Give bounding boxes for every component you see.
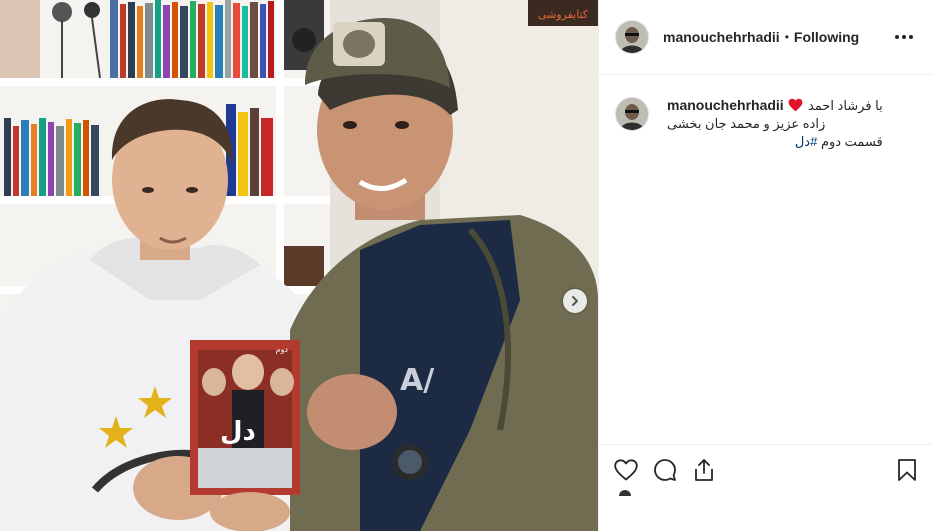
photo-scene: کتابفروشی A/ دل دوم: [0, 0, 598, 531]
avatar[interactable]: [615, 20, 649, 54]
more-dot: [895, 35, 899, 39]
hashtag-link[interactable]: #دل: [795, 134, 817, 149]
post-actions-bar: [599, 444, 933, 494]
liker-avatar[interactable]: [619, 490, 631, 496]
shirt-print: A/: [400, 363, 434, 398]
post-caption: manouchehrhadii با فرشاد احمد زاده عزیز …: [615, 96, 915, 151]
more-dot: [909, 35, 913, 39]
heart-icon: [614, 458, 638, 480]
comment-icon: [654, 458, 676, 481]
avatar-image: [616, 21, 648, 53]
save-button[interactable]: [894, 457, 920, 483]
book-top-label: دوم: [276, 345, 289, 354]
caption-text: manouchehrhadii با فرشاد احمد زاده عزیز …: [667, 96, 883, 151]
header-separator: •: [784, 30, 789, 44]
post-side-panel: manouchehrhadii • Following manouchehrha…: [598, 0, 933, 531]
book-title: دل: [220, 417, 256, 447]
bookmark-icon: [898, 458, 916, 481]
avatar[interactable]: [615, 97, 649, 131]
avatar-image: [616, 98, 648, 130]
header-username[interactable]: manouchehrhadii: [663, 29, 780, 45]
caption-username[interactable]: manouchehrhadii: [667, 97, 784, 113]
chevron-right-icon: [572, 296, 578, 306]
post-header: manouchehrhadii • Following: [599, 0, 933, 75]
more-options-icon[interactable]: [891, 31, 917, 43]
more-dot: [902, 35, 906, 39]
caption-line-1: با فرشاد احمد: [807, 98, 883, 113]
carousel-next-button[interactable]: [563, 289, 587, 313]
follow-status-button[interactable]: Following: [794, 29, 859, 45]
red-heart-emoji-icon: [788, 98, 803, 112]
store-sign: کتابفروشی: [538, 8, 589, 21]
share-icon: [695, 458, 713, 481]
share-button[interactable]: [691, 457, 717, 483]
caption-line-3: قسمت دوم: [820, 134, 883, 149]
post-photo[interactable]: کتابفروشی A/ دل دوم: [0, 0, 598, 531]
like-button[interactable]: [613, 457, 639, 483]
comment-button[interactable]: [652, 457, 678, 483]
caption-line-2: زاده عزیز و محمد جان بخشی: [667, 116, 826, 131]
